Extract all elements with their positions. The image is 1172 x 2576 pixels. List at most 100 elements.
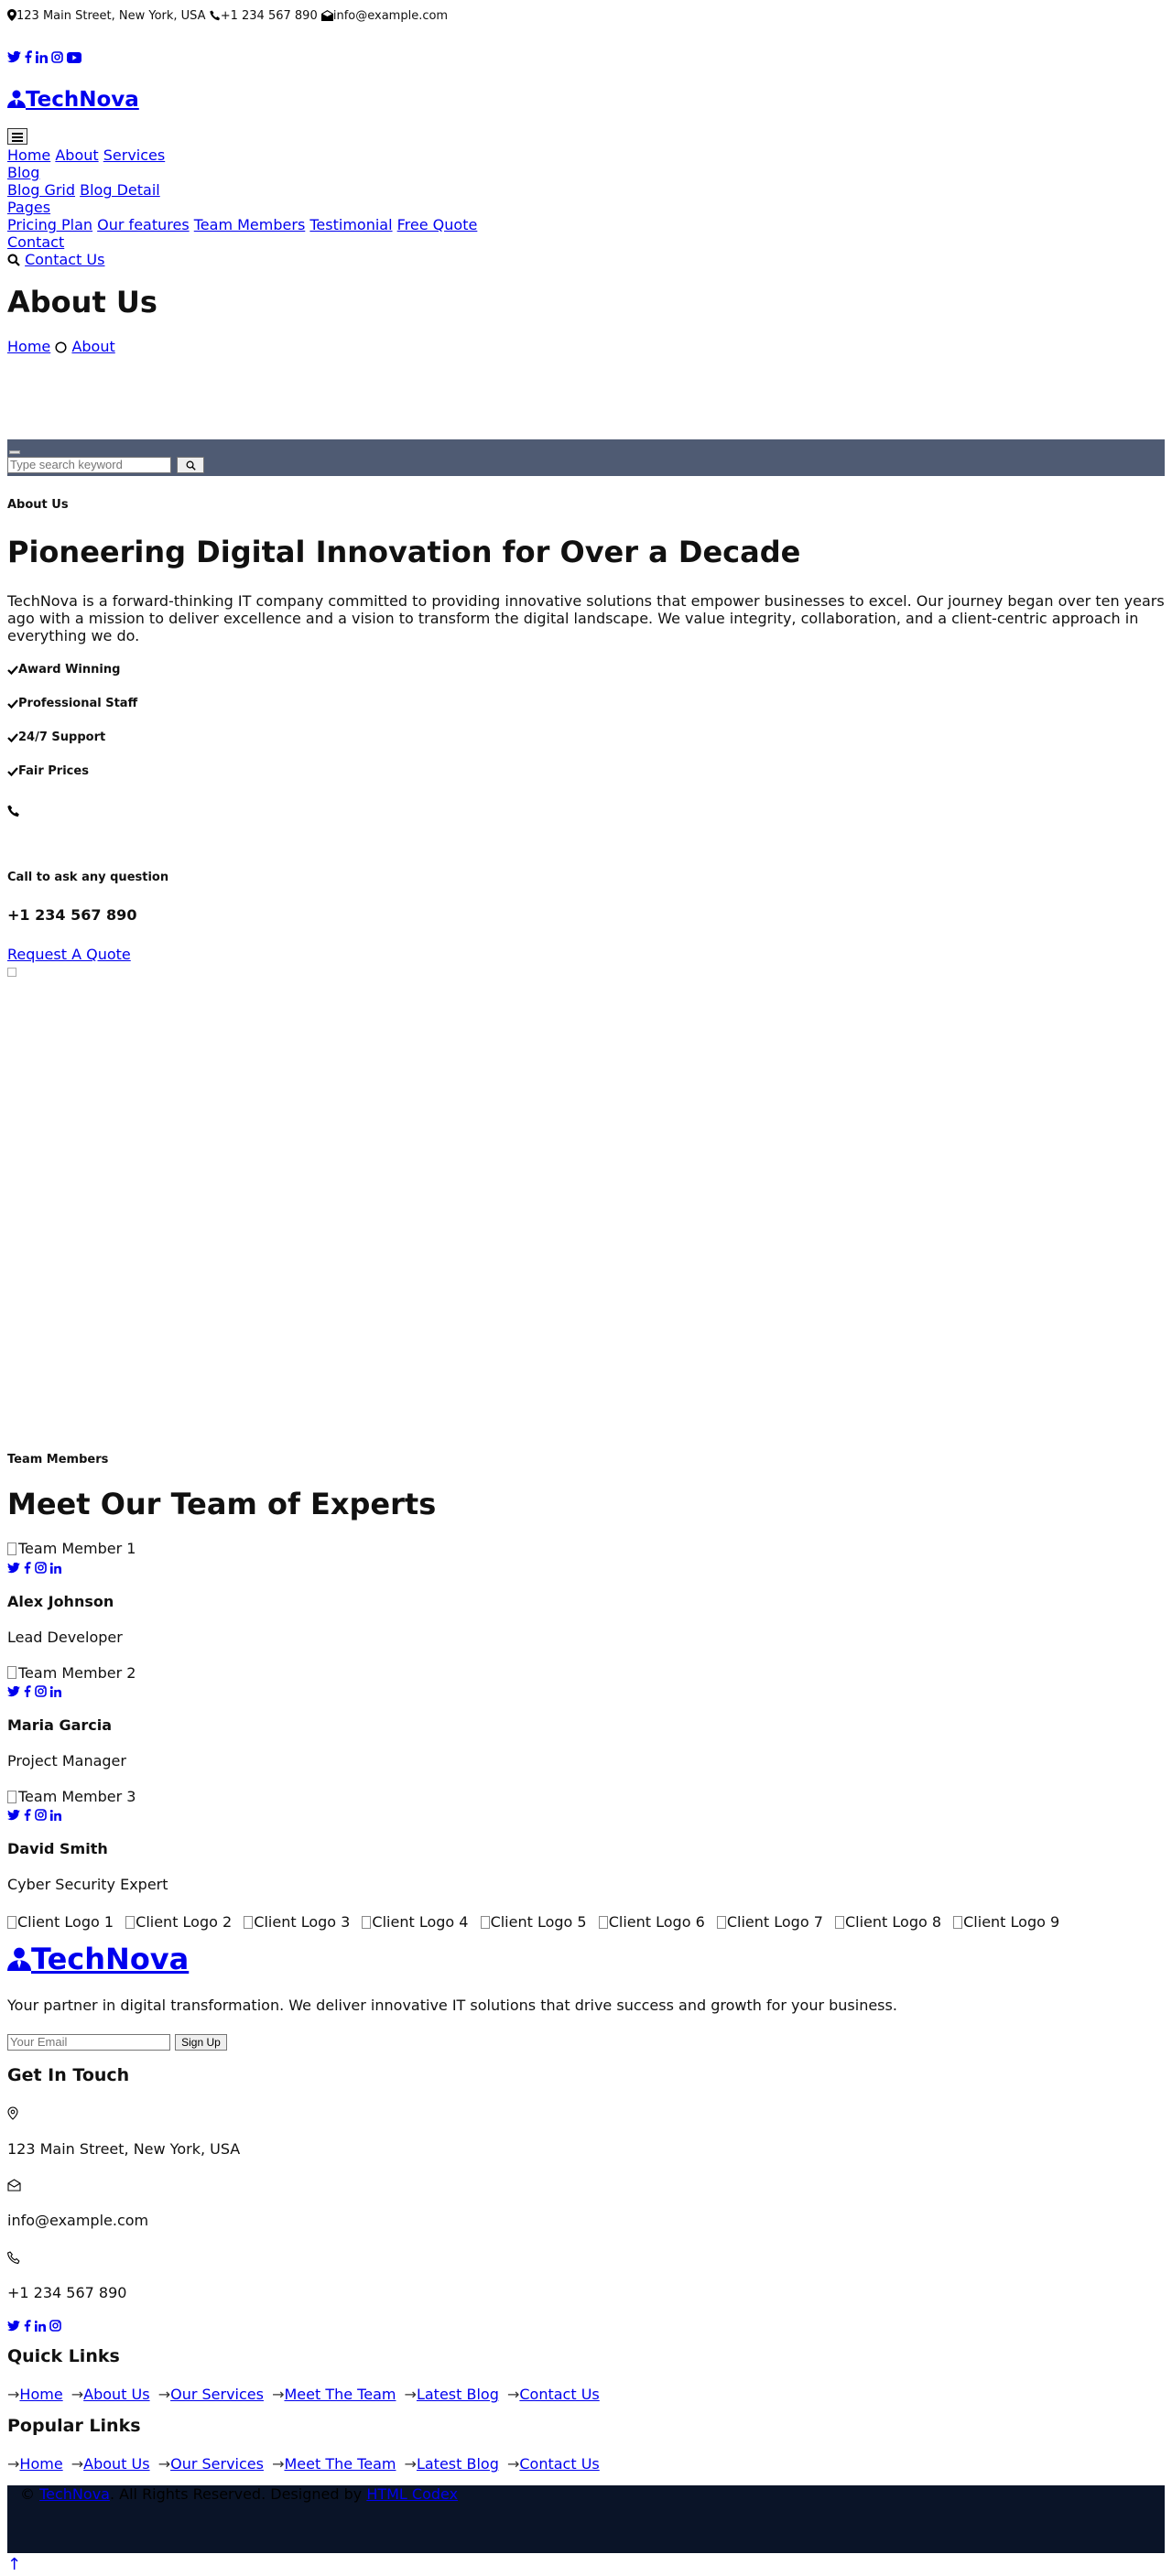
nav-blog-grid[interactable]: Blog Grid <box>7 181 75 199</box>
instagram-icon[interactable] <box>35 1558 47 1575</box>
client-logo: Client Logo 9 <box>953 1913 1063 1931</box>
brand-logo: TechNova <box>7 88 1165 117</box>
quick-link[interactable]: Our Services <box>170 2386 264 2403</box>
broken-image-icon <box>480 1915 490 1929</box>
twitter-icon[interactable] <box>7 48 21 65</box>
search-close-button[interactable] <box>9 449 20 454</box>
feature-item: Professional Staff <box>7 697 1165 712</box>
nav-testimonial[interactable]: Testimonial <box>309 216 392 233</box>
team-name: David Smith <box>7 1840 108 1858</box>
feature-item: Award Winning <box>7 663 1165 678</box>
quick-link[interactable]: About Us <box>83 2386 149 2403</box>
instagram-icon[interactable] <box>51 48 63 65</box>
nav-pages[interactable]: Pages <box>7 199 50 216</box>
broken-image-icon <box>362 1915 372 1929</box>
nav-contact-us-button[interactable]: Contact Us <box>25 251 104 268</box>
feature-item: 24/7 Support <box>7 731 1165 746</box>
request-quote-button[interactable]: Request A Quote <box>7 946 131 963</box>
map-marker-outline-icon <box>7 2105 1165 2122</box>
search-input[interactable] <box>7 456 171 473</box>
team-social <box>7 1682 1165 1698</box>
broken-image-icon <box>7 1915 16 1929</box>
facebook-icon[interactable] <box>24 1558 31 1575</box>
footer-phone: +1 234 567 890 <box>7 2283 127 2301</box>
newsletter-email-input[interactable] <box>7 2033 170 2051</box>
facebook-icon[interactable] <box>24 2316 31 2333</box>
nav-features[interactable]: Our features <box>97 216 190 233</box>
linkedin-icon[interactable] <box>50 1558 61 1575</box>
footer-email-item: info@example.com <box>7 2176 1165 2229</box>
quick-link[interactable]: Home <box>19 2386 62 2403</box>
nav-team[interactable]: Team Members <box>194 216 306 233</box>
facebook-icon[interactable] <box>24 1682 31 1699</box>
search-icon[interactable] <box>7 251 20 268</box>
footer-email: info@example.com <box>7 2212 149 2230</box>
popular-link[interactable]: Latest Blog <box>417 2455 499 2473</box>
nav-home[interactable]: Home <box>7 146 50 164</box>
twitter-icon[interactable] <box>7 1682 20 1699</box>
popular-link[interactable]: Our Services <box>170 2455 264 2473</box>
arrow-right-icon: → <box>71 2385 84 2403</box>
instagram-icon[interactable] <box>35 1682 47 1699</box>
client-logo-alt: Client Logo 8 <box>844 1912 942 1931</box>
linkedin-icon[interactable] <box>50 1682 61 1699</box>
broken-image-icon <box>834 1915 844 1929</box>
team-photo: Team Member 2 <box>7 1664 1165 1682</box>
youtube-icon[interactable] <box>67 48 81 65</box>
nav-free-quote[interactable]: Free Quote <box>397 216 478 233</box>
twitter-icon[interactable] <box>7 1805 20 1823</box>
client-logo: Client Logo 3 <box>244 1913 353 1931</box>
brand-link[interactable]: TechNova <box>26 88 139 112</box>
quick-link[interactable]: Contact Us <box>519 2386 599 2403</box>
back-to-top-button[interactable]: ↑ <box>7 2555 1165 2575</box>
twitter-icon[interactable] <box>7 1558 20 1575</box>
breadcrumb: Home About <box>7 338 1165 355</box>
designer-link[interactable]: HTML Codex <box>366 2485 458 2503</box>
facebook-icon[interactable] <box>25 48 32 65</box>
popular-link[interactable]: Home <box>19 2455 62 2473</box>
nav-pricing[interactable]: Pricing Plan <box>7 216 92 233</box>
client-logo-alt: Client Logo 2 <box>136 1912 233 1931</box>
team-eyebrow: Team Members <box>7 1452 109 1467</box>
client-logo-alt: Client Logo 7 <box>726 1912 823 1931</box>
instagram-icon[interactable] <box>35 1805 47 1823</box>
facebook-icon[interactable] <box>24 1805 31 1823</box>
footer-description: Your partner in digital transformation. … <box>7 1996 897 2014</box>
breadcrumb-about[interactable]: About <box>71 338 114 355</box>
linkedin-icon[interactable] <box>50 1805 61 1823</box>
footer-brand-link[interactable]: TechNova <box>31 1942 189 1976</box>
popular-link[interactable]: Meet The Team <box>284 2455 396 2473</box>
twitter-icon[interactable] <box>7 2316 20 2333</box>
about-body: TechNova is a forward-thinking IT compan… <box>7 591 1165 644</box>
linkedin-icon[interactable] <box>36 48 48 65</box>
search-submit-button[interactable] <box>177 456 204 473</box>
newsletter-signup-button[interactable]: Sign Up <box>175 2034 227 2051</box>
team-role: Project Manager <box>7 1752 126 1770</box>
popular-link[interactable]: Contact Us <box>519 2455 599 2473</box>
quick-link[interactable]: Latest Blog <box>417 2386 499 2403</box>
team-photo-alt: Team Member 1 <box>18 1540 136 1558</box>
broken-image-icon <box>125 1915 136 1929</box>
team-card: Team Member 1 Alex Johnson Lead Develope… <box>7 1540 1165 1646</box>
copyright-brand-link[interactable]: TechNova <box>39 2485 110 2503</box>
nav-about[interactable]: About <box>55 146 98 164</box>
team-card: Team Member 2 Maria Garcia Project Manag… <box>7 1664 1165 1770</box>
feature-label: Fair Prices <box>18 763 89 778</box>
nav-contact[interactable]: Contact <box>7 233 64 251</box>
broken-image-icon <box>7 1542 16 1556</box>
breadcrumb-home[interactable]: Home <box>7 338 50 355</box>
nav-services[interactable]: Services <box>103 146 165 164</box>
quick-link[interactable]: Meet The Team <box>284 2386 396 2403</box>
team-name: Alex Johnson <box>7 1592 114 1610</box>
team-photo-alt: Team Member 3 <box>18 1788 136 1806</box>
linkedin-icon[interactable] <box>35 2316 46 2333</box>
menu-toggle-button[interactable] <box>7 128 27 145</box>
popular-links: →Home →About Us →Our Services →Meet The … <box>7 2455 1165 2473</box>
topbar-phone: +1 234 567 890 <box>220 9 318 23</box>
check-icon <box>7 731 18 744</box>
nav-blog[interactable]: Blog <box>7 164 39 181</box>
topbar-social <box>7 48 1165 66</box>
instagram-icon[interactable] <box>49 2316 61 2333</box>
popular-link[interactable]: About Us <box>83 2455 149 2473</box>
nav-blog-detail[interactable]: Blog Detail <box>80 181 160 199</box>
